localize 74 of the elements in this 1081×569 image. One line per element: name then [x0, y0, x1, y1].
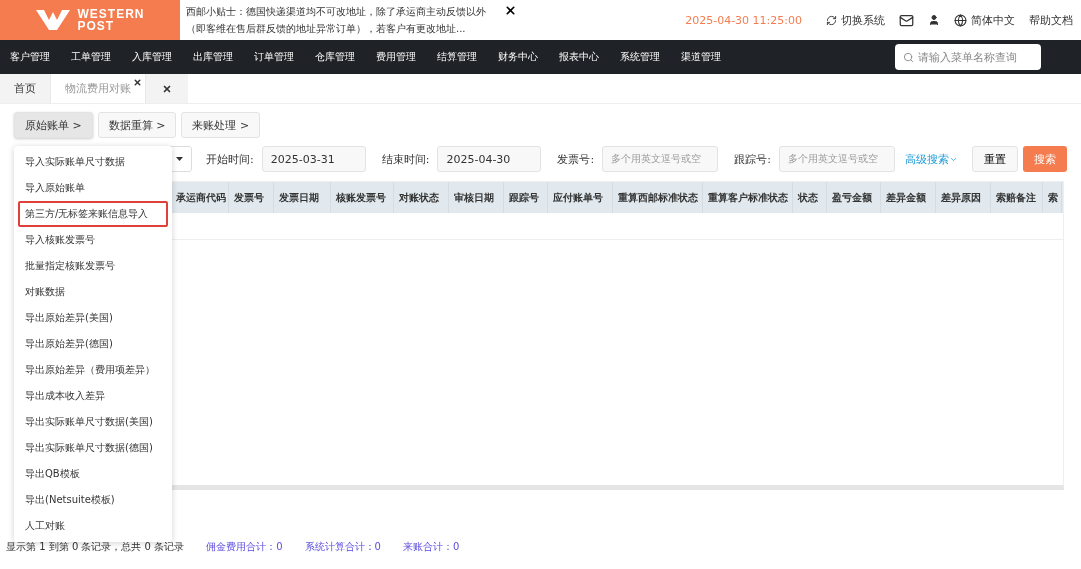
menu-item[interactable]: 导出(Netsuite模板): [18, 487, 168, 513]
total-text: 佣金费用合计：0: [206, 540, 283, 554]
column-header: 索: [1043, 182, 1062, 213]
menu-item[interactable]: 对账数据: [18, 279, 168, 305]
tab[interactable]: 首页: [0, 74, 51, 103]
nav-item[interactable]: 费用管理: [376, 50, 416, 64]
nav-item[interactable]: 渠道管理: [681, 50, 721, 64]
column-header: 重算客户标准状态: [703, 182, 793, 213]
close-icon[interactable]: [133, 78, 142, 87]
column-header: 发票日期: [274, 182, 331, 213]
column-header: 差异原因: [936, 182, 991, 213]
nav-item[interactable]: 仓库管理: [315, 50, 355, 64]
menu-item[interactable]: 导出QB模板: [18, 461, 168, 487]
menu-item[interactable]: 批量指定核账发票号: [18, 253, 168, 279]
language-link[interactable]: 简体中文: [971, 12, 1015, 28]
date-field[interactable]: 2025-04-30: [437, 146, 542, 172]
nav-item[interactable]: 工单管理: [71, 50, 111, 64]
column-header: 发票号: [229, 182, 274, 213]
nav-item[interactable]: 客户管理: [10, 50, 50, 64]
column-header: 跟踪号: [504, 182, 548, 213]
menu-item[interactable]: 导出原始差异(德国): [18, 331, 168, 357]
nav-item[interactable]: 结算管理: [437, 50, 477, 64]
menu-item[interactable]: 导出实际账单尺寸数据(美国): [18, 409, 168, 435]
column-header: 差异金额: [881, 182, 936, 213]
field-label: 发票号:: [557, 151, 595, 167]
column-header: 核账发票号: [331, 182, 394, 213]
dropdown-button[interactable]: 数据重算 >: [97, 112, 177, 138]
globe-icon[interactable]: [954, 13, 967, 27]
close-icon[interactable]: [162, 83, 172, 94]
mail-icon[interactable]: [899, 12, 914, 28]
dropdown-button[interactable]: 原始账单 >: [14, 112, 93, 138]
total-text: 来账合计：0: [402, 540, 460, 554]
menu-item[interactable]: 导出实际账单尺寸数据(德国): [18, 435, 168, 461]
menu-item[interactable]: 导入核账发票号: [18, 227, 168, 253]
column-header: 应付账单号: [548, 182, 613, 213]
field-label: 开始时间:: [206, 151, 254, 167]
column-header: 索赔备注: [991, 182, 1043, 213]
date-field[interactable]: 2025-03-31: [261, 146, 366, 172]
column-header: 状态: [793, 182, 827, 213]
refresh-icon[interactable]: [826, 14, 837, 26]
nav-item[interactable]: 入库管理: [132, 50, 172, 64]
column-header: 审核日期: [449, 182, 504, 213]
menu-item[interactable]: 人工对账: [18, 513, 168, 539]
datetime: 2025-04-30 11:25:00: [685, 13, 802, 27]
menu-item[interactable]: 导出原始差异（费用项差异）: [18, 357, 168, 383]
nav-item[interactable]: 财务中心: [498, 50, 538, 64]
logo-icon: [35, 8, 70, 32]
column-header: 盈亏金额: [827, 182, 881, 213]
reset-button[interactable]: 重置: [972, 146, 1018, 172]
search-icon: [903, 51, 914, 63]
caret-icon: [176, 157, 183, 161]
menu-item[interactable]: 导出原始差异(美国): [18, 305, 168, 331]
close-icon[interactable]: [504, 4, 517, 17]
notice-text: 西邮小贴士：德国快递渠道均不可改地址，除了承运商主动反馈以外（即客维在售后群反馈的地址异常订单），若客户有更改地址...: [186, 5, 487, 36]
menu-item[interactable]: 导入原始账单: [18, 175, 168, 201]
menu-item[interactable]: 第三方/无标签来账信息导入: [18, 201, 168, 227]
logo-text: WESTERN POST: [77, 8, 145, 32]
nav-item[interactable]: 出库管理: [193, 50, 233, 64]
nav-item[interactable]: 报表中心: [559, 50, 599, 64]
nav-item[interactable]: 订单管理: [254, 50, 294, 64]
column-header: 重算西邮标准状态: [613, 182, 703, 213]
records-text: 显示第 1 到第 0 条记录，总共 0 条记录: [6, 540, 185, 554]
nav-item[interactable]: 系统管理: [620, 50, 660, 64]
field-label: 跟踪号:: [734, 151, 771, 167]
column-header: 对账状态: [394, 182, 449, 213]
menu-item[interactable]: 导入实际账单尺寸数据: [18, 149, 168, 175]
help-link[interactable]: 帮助文档: [1029, 12, 1073, 28]
switch-system-link[interactable]: 切换系统: [841, 12, 885, 28]
field-label: 结束时间:: [381, 151, 430, 167]
menu-item[interactable]: 导出成本收入差异: [18, 383, 168, 409]
user-icon[interactable]: [928, 14, 940, 26]
dropdown-button[interactable]: 来账处理 >: [181, 112, 261, 138]
total-text: 系统计算合计：0: [304, 540, 381, 554]
menu-search-field[interactable]: 请输入菜单名称查询: [895, 44, 1041, 70]
